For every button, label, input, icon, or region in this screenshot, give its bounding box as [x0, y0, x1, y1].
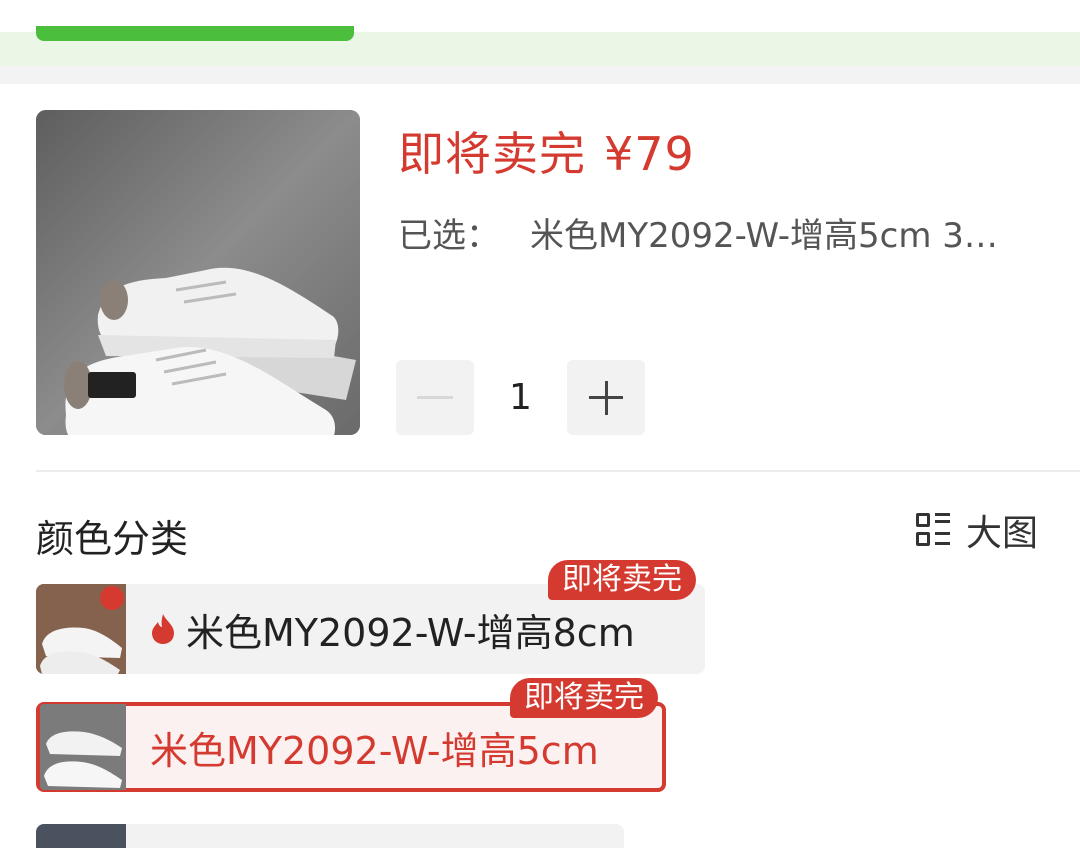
- grid-icon: [916, 513, 950, 547]
- quantity-stepper: 1: [396, 360, 646, 435]
- selected-variant: 已选： 米色MY2092-W-增高5cm 3…: [398, 208, 1058, 257]
- option-label: 米色MY2092-W-增高8cm: [126, 602, 635, 657]
- option-label: 米色MY2092-W-增高5cm: [126, 720, 599, 775]
- option-label-text: 米色MY2092-W-增高8cm: [186, 610, 635, 655]
- option-thumbnail: [40, 704, 126, 790]
- increase-button[interactable]: [567, 360, 645, 435]
- option-label-text: 米色MY2092-W-增高5cm: [150, 728, 599, 773]
- top-action-button[interactable]: [36, 26, 354, 41]
- top-strip: [0, 0, 1080, 66]
- big-image-toggle[interactable]: 大图: [916, 508, 1038, 554]
- divider: [36, 470, 1080, 472]
- section-gap: [0, 66, 1080, 84]
- sneaker-image: [36, 110, 360, 435]
- price: ¥79: [604, 127, 695, 181]
- low-stock-badge: 即将卖完: [510, 678, 658, 718]
- option-thumbnail: [36, 584, 126, 674]
- bigview-label: 大图: [966, 513, 1039, 554]
- plus-icon-vertical: [604, 380, 608, 415]
- option-item[interactable]: [36, 824, 624, 848]
- minus-icon: [417, 396, 453, 399]
- option-thumbnail: [36, 824, 126, 848]
- low-stock-badge: 即将卖完: [548, 560, 696, 600]
- product-image[interactable]: [36, 110, 360, 435]
- quantity-value[interactable]: 1: [474, 360, 567, 435]
- selected-label: 已选：: [398, 216, 500, 256]
- stock-status: 即将卖完: [398, 127, 586, 181]
- section-title: 颜色分类: [36, 517, 189, 561]
- price-line: 即将卖完 ¥79: [398, 118, 713, 184]
- selected-value: 米色MY2092-W-增高5cm 3…: [530, 216, 998, 256]
- flame-icon: [152, 614, 174, 644]
- decrease-button[interactable]: [396, 360, 474, 435]
